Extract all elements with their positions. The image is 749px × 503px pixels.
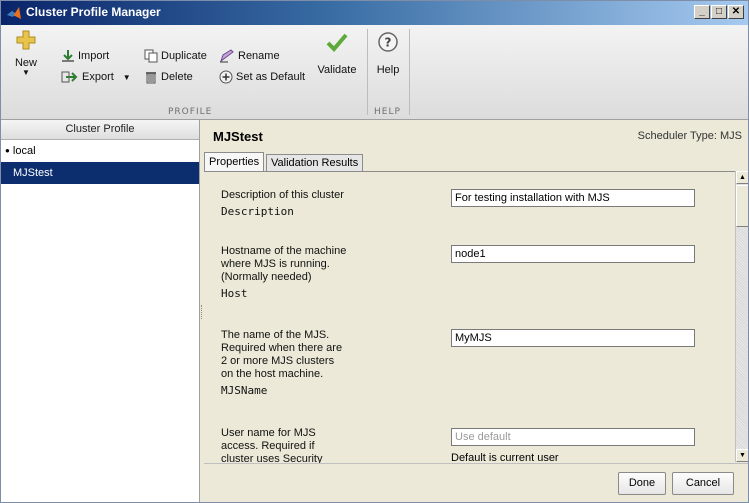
trash-icon xyxy=(146,72,156,84)
toolstrip: New ▼ Import Export ▼ Duplicate Delete R… xyxy=(1,25,748,120)
new-button[interactable]: New ▼ xyxy=(11,29,41,77)
rename-icon xyxy=(220,49,234,63)
profile-list-panel: Cluster Profile ● local MJStest xyxy=(1,120,200,502)
window-title: Cluster Profile Manager xyxy=(26,5,161,19)
default-marker-icon: ● xyxy=(5,146,10,156)
property-name: Host xyxy=(221,287,248,300)
help-icon: ? xyxy=(378,32,398,52)
profile-item-label: MJStest xyxy=(13,167,53,179)
property-help-text: Hostname of the machine xyxy=(221,245,347,257)
svg-text:?: ? xyxy=(385,36,392,50)
maximize-button[interactable]: □ xyxy=(711,5,727,19)
property-help-text: on the host machine. xyxy=(221,368,324,380)
rename-label: Rename xyxy=(238,50,280,62)
export-icon xyxy=(61,71,78,83)
import-button[interactable]: Import xyxy=(61,49,109,63)
property-name: Description xyxy=(221,205,294,218)
property-help-text: User name for MJS xyxy=(221,427,316,439)
plus-icon xyxy=(16,30,36,50)
profile-list-header: Cluster Profile xyxy=(1,120,199,140)
dialog-button-bar: Done Cancel xyxy=(204,463,748,502)
import-icon xyxy=(62,50,74,62)
export-label: Export xyxy=(82,71,114,83)
description-field[interactable]: For testing installation with MJS xyxy=(451,189,695,207)
help-label: Help xyxy=(376,64,400,76)
property-help-text: cluster uses Security xyxy=(221,453,323,463)
property-help-text: access. Required if xyxy=(221,440,315,452)
profile-details-panel: MJStest Scheduler Type: MJS Properties V… xyxy=(204,120,748,502)
chevron-down-icon: ▼ xyxy=(122,72,131,82)
set-as-default-label: Set as Default xyxy=(236,71,306,83)
validate-button[interactable]: Validate xyxy=(314,31,360,76)
chevron-down-icon: ▼ xyxy=(22,68,30,77)
properties-pane: Description of this cluster Description … xyxy=(204,171,735,463)
minimize-button[interactable]: _ xyxy=(694,5,710,19)
close-button[interactable]: ✕ xyxy=(728,5,744,19)
mjsname-field[interactable]: MyMJS xyxy=(451,329,695,347)
host-field[interactable]: node1 xyxy=(451,245,695,263)
profile-title: MJStest xyxy=(213,129,263,144)
help-button[interactable]: ? Help xyxy=(373,31,403,76)
export-button[interactable]: Export ▼ xyxy=(61,70,131,84)
property-host: Hostname of the machine where MJS is run… xyxy=(221,245,346,300)
property-help-text: 2 or more MJS clusters xyxy=(221,355,335,367)
validate-label: Validate xyxy=(317,64,357,76)
property-help-text: (Normally needed) xyxy=(221,271,312,283)
add-circle-icon xyxy=(219,70,233,84)
checkmark-icon xyxy=(326,33,348,52)
scheduler-type: Scheduler Type: MJS xyxy=(637,130,742,142)
property-help-text: where MJS is running. xyxy=(221,258,330,270)
set-as-default-button[interactable]: Set as Default xyxy=(219,70,305,84)
section-label-profile: PROFILE xyxy=(168,107,213,117)
property-help-text: Description of this cluster xyxy=(221,189,344,201)
properties-scrollbar[interactable]: ▲ ▼ xyxy=(735,171,748,462)
username-default-note: Default is current user xyxy=(451,452,559,463)
cluster-profile-manager-window: Cluster Profile Manager _ □ ✕ New ▼ Impo… xyxy=(0,0,749,503)
scroll-up-icon[interactable]: ▲ xyxy=(736,171,748,184)
property-help-text: The name of the MJS. xyxy=(221,329,330,341)
cancel-button[interactable]: Cancel xyxy=(672,472,734,495)
rename-button[interactable]: Rename xyxy=(219,49,280,63)
tab-properties[interactable]: Properties xyxy=(204,152,265,171)
profile-item-label: local xyxy=(12,145,36,157)
profile-item-local[interactable]: ● local xyxy=(1,140,199,162)
property-name: MJSName xyxy=(221,384,268,397)
scroll-thumb[interactable] xyxy=(736,185,748,227)
duplicate-label: Duplicate xyxy=(161,50,207,62)
import-label: Import xyxy=(78,50,110,62)
property-mjsname: The name of the MJS. Required when there… xyxy=(221,329,342,397)
matlab-logo-icon xyxy=(7,7,21,19)
property-help-text: Required when there are xyxy=(221,342,343,354)
property-description: Description of this cluster Description xyxy=(221,189,344,218)
tab-validation-results[interactable]: Validation Results xyxy=(266,154,364,171)
delete-label: Delete xyxy=(161,71,193,83)
divider xyxy=(367,29,368,115)
duplicate-icon xyxy=(144,49,158,63)
section-label-help: HELP xyxy=(374,107,401,117)
divider xyxy=(409,29,410,115)
title-bar[interactable]: Cluster Profile Manager _ □ ✕ xyxy=(1,1,748,25)
property-username: User name for MJS access. Required if cl… xyxy=(221,427,322,463)
duplicate-button[interactable]: Duplicate xyxy=(144,49,207,63)
username-field[interactable]: Use default xyxy=(451,428,695,446)
done-button[interactable]: Done xyxy=(618,472,666,495)
delete-button[interactable]: Delete xyxy=(144,70,193,84)
scroll-down-icon[interactable]: ▼ xyxy=(736,449,748,462)
profile-item-mjstest[interactable]: MJStest xyxy=(1,162,199,184)
